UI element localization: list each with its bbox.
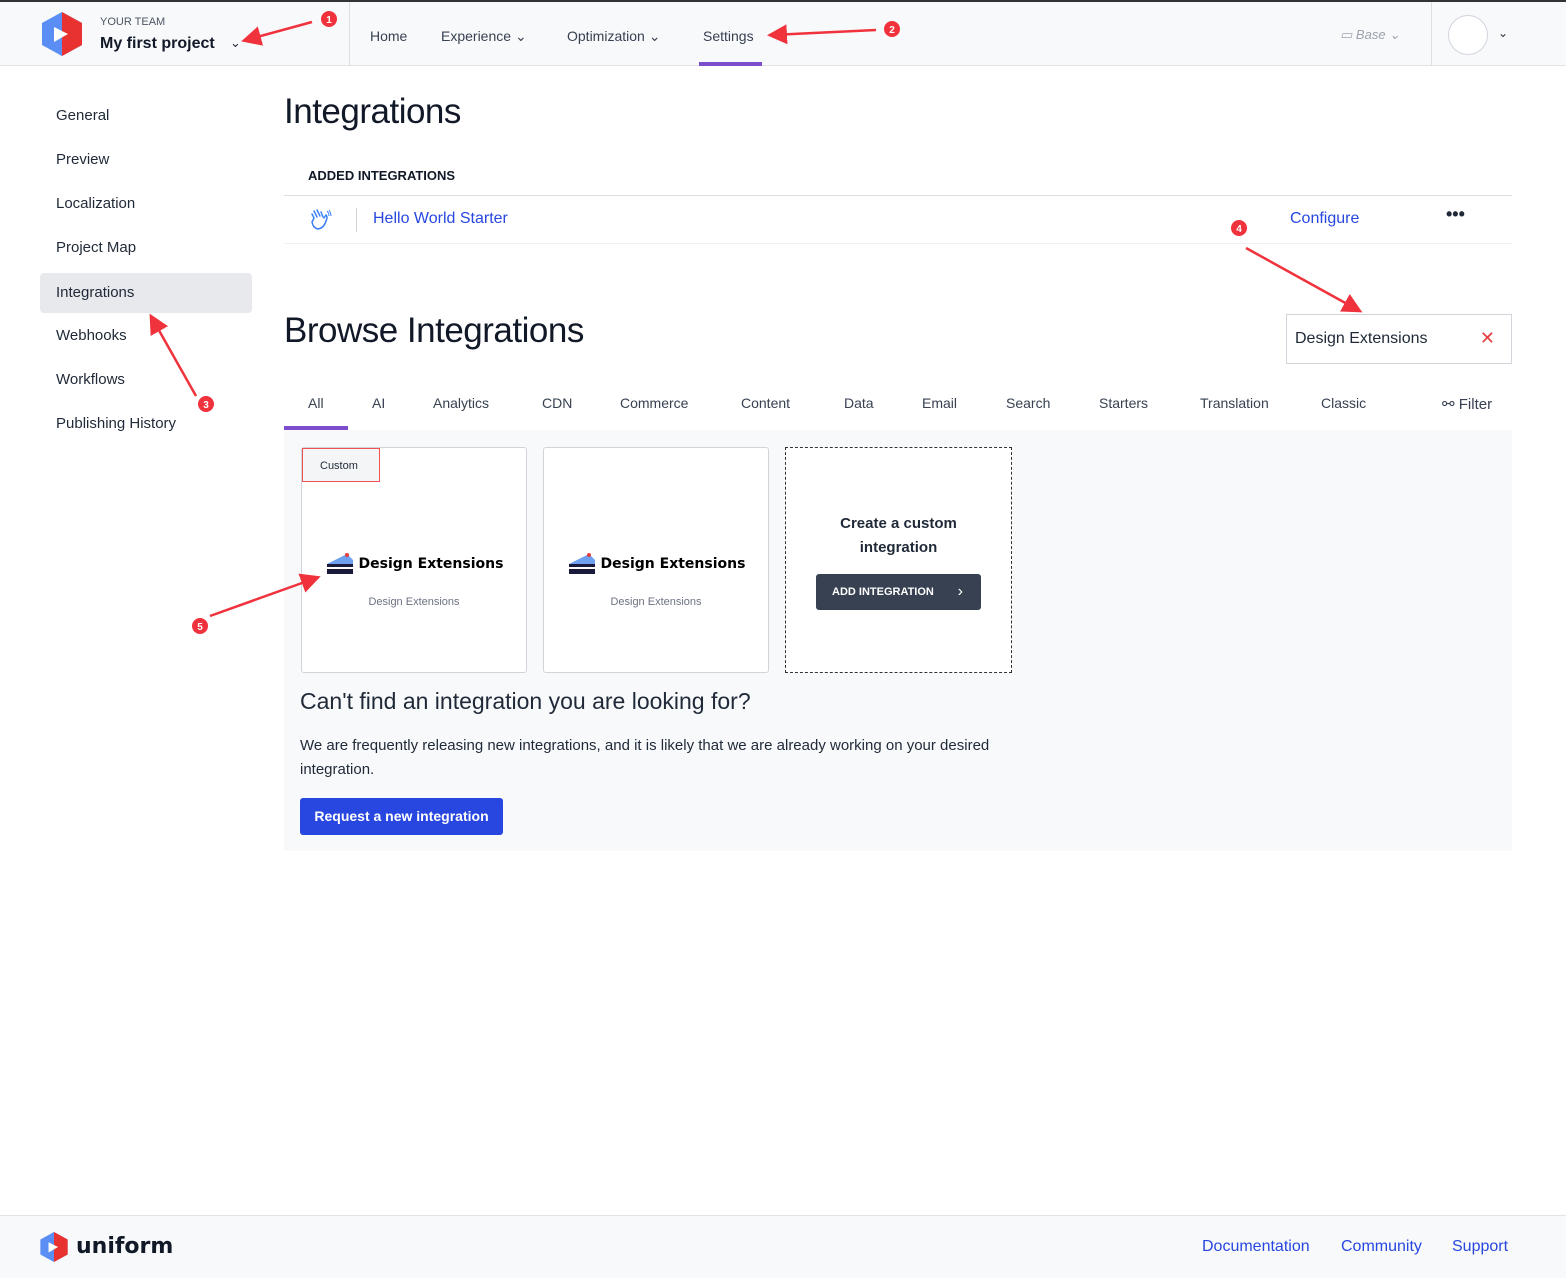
button-label: ADD INTEGRATION	[832, 586, 934, 598]
sidebar-item-general[interactable]: General	[40, 96, 252, 136]
footer: uniform Documentation Community Support	[0, 1215, 1566, 1278]
community-link[interactable]: Community	[1341, 1238, 1422, 1256]
add-integration-button[interactable]: ADD INTEGRATION ›	[816, 574, 981, 610]
tab-starters[interactable]: Starters	[1099, 395, 1148, 411]
nav-optimization[interactable]: Optimization ⌄	[567, 28, 660, 45]
avatar[interactable]	[1448, 15, 1488, 55]
page-title: Integrations	[284, 92, 461, 131]
active-nav-indicator	[699, 62, 762, 66]
filter-label: Filter	[1458, 396, 1493, 413]
tab-search[interactable]: Search	[1006, 395, 1050, 411]
tab-cdn[interactable]: CDN	[542, 395, 572, 411]
nav-home[interactable]: Home	[370, 28, 407, 44]
sidebar-item-preview[interactable]: Preview	[40, 140, 252, 180]
card-subtitle: Design Extensions	[610, 596, 702, 608]
added-integrations-heading: ADDED INTEGRATIONS	[308, 168, 456, 183]
browse-title: Browse Integrations	[284, 311, 584, 350]
tab-translation[interactable]: Translation	[1200, 395, 1269, 411]
card-title-text: Design Extensions	[600, 556, 746, 572]
title-line: Create a custom	[840, 515, 957, 532]
sidebar-item-workflows[interactable]: Workflows	[40, 360, 252, 400]
calendar-icon: ▭	[1340, 27, 1353, 42]
custom-badge: Custom	[302, 448, 380, 482]
sidebar-item-webhooks[interactable]: Webhooks	[40, 316, 252, 356]
chevron-right-icon: ›	[957, 583, 963, 600]
chevron-down-icon: ⌄	[1389, 27, 1401, 42]
divider	[1431, 2, 1432, 66]
uniform-logo-icon	[40, 1232, 68, 1262]
sidebar-item-integrations[interactable]: Integrations	[40, 273, 252, 313]
card-title: Design Extensions	[544, 552, 768, 576]
branch-label: Base	[1355, 27, 1386, 42]
sliders-icon: ⚯	[1442, 396, 1455, 413]
nav-settings[interactable]: Settings	[703, 28, 754, 44]
chevron-down-icon: ⌄	[514, 28, 527, 44]
integration-name-link[interactable]: Hello World Starter	[373, 210, 508, 228]
integration-card[interactable]: Custom Design Extensions Design Extensio…	[301, 447, 527, 673]
nav-label: Experience	[441, 28, 512, 44]
chevron-down-icon: ⌄	[648, 28, 661, 44]
sidebar-item-publishing-history[interactable]: Publishing History	[40, 404, 252, 444]
brand-name: uniform	[76, 1234, 174, 1259]
tab-all[interactable]: All	[308, 395, 324, 411]
uniform-logo-icon[interactable]	[42, 12, 82, 56]
project-switcher[interactable]: My first project	[100, 35, 215, 53]
tab-ai[interactable]: AI	[372, 395, 385, 411]
request-integration-button[interactable]: Request a new integration	[300, 798, 503, 835]
integration-card[interactable]: Design Extensions Design Extensions	[543, 447, 769, 673]
card-subtitle: Design Extensions	[368, 596, 460, 608]
chevron-down-icon[interactable]: ⌄	[1498, 26, 1508, 40]
waving-hand-icon	[311, 209, 332, 230]
documentation-link[interactable]: Documentation	[1202, 1238, 1310, 1256]
create-custom-integration-card: Create a custom integration ADD INTEGRATI…	[785, 447, 1012, 673]
annotation-number: 4	[1236, 224, 1242, 235]
filter-button[interactable]: ⚯ Filter	[1442, 395, 1492, 413]
title-line: integration	[859, 539, 938, 556]
sidebar-item-localization[interactable]: Localization	[40, 184, 252, 224]
sidebar-item-project-map[interactable]: Project Map	[40, 228, 252, 268]
tab-email[interactable]: Email	[922, 395, 957, 411]
tab-analytics[interactable]: Analytics	[433, 395, 489, 411]
divider	[349, 2, 350, 66]
nav-label: Optimization	[567, 28, 645, 44]
custom-card-title: Create a custom integration	[786, 512, 1011, 560]
tab-commerce[interactable]: Commerce	[620, 395, 688, 411]
tab-content[interactable]: Content	[741, 395, 790, 411]
cake-logo-icon	[568, 553, 595, 574]
card-title: Design Extensions	[302, 552, 526, 576]
top-bar: YOUR TEAM My first project ⌄ Home Experi…	[0, 0, 1566, 66]
search-input[interactable]: Design Extensions ✕	[1286, 314, 1512, 364]
divider	[356, 208, 357, 232]
search-value: Design Extensions	[1295, 330, 1428, 347]
annotation-arrow	[1245, 246, 1363, 313]
nav-experience[interactable]: Experience ⌄	[441, 28, 527, 45]
clear-search-icon[interactable]: ✕	[1480, 328, 1495, 349]
configure-link[interactable]: Configure	[1290, 210, 1359, 228]
info-paragraph: We are frequently releasing new integrat…	[300, 737, 990, 778]
card-title-text: Design Extensions	[358, 556, 504, 572]
cake-logo-icon	[326, 553, 353, 574]
team-label: YOUR TEAM	[100, 16, 166, 28]
annotation-number: 5	[197, 622, 203, 633]
tab-data[interactable]: Data	[844, 395, 874, 411]
chevron-down-icon[interactable]: ⌄	[230, 35, 241, 51]
divider	[284, 243, 1512, 244]
branch-selector[interactable]: ▭ Base ⌄	[1340, 27, 1400, 43]
cant-find-heading: Can't find an integration you are lookin…	[300, 688, 751, 714]
more-options-icon[interactable]: •••	[1446, 204, 1465, 225]
divider	[284, 195, 1512, 196]
support-link[interactable]: Support	[1452, 1238, 1508, 1256]
tab-classic[interactable]: Classic	[1321, 395, 1366, 411]
